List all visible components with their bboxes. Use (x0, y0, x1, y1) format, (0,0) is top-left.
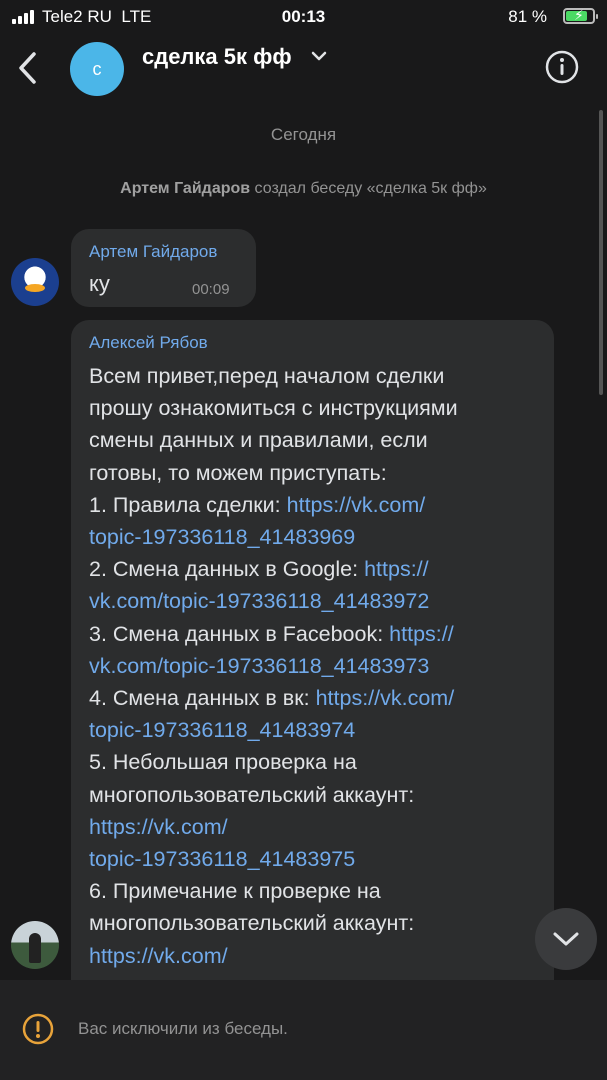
message-line: 5. Небольшая проверка на (89, 746, 539, 778)
avatar[interactable] (11, 258, 59, 306)
message-bubble[interactable]: Алексей Рябов Всем привет,перед началом … (71, 320, 554, 1020)
message-line-text: 4. Смена данных в вк: (89, 686, 316, 711)
message-bubble[interactable]: Артем Гайдаров ку 00:09 (71, 229, 256, 307)
message-line: многопользовательский аккаунт: (89, 907, 539, 939)
message-sender[interactable]: Алексей Рябов (89, 333, 208, 353)
message-link[interactable]: https://vk.com/ (89, 815, 228, 839)
message-line-text: Всем привет,перед началом сделки (89, 364, 445, 388)
message-line: многопользовательский аккаунт: (89, 779, 539, 811)
charging-bolt-icon: ⚡ (574, 7, 584, 23)
message-line: прошу ознакомиться с инструкциями (89, 392, 539, 424)
message-line-text: 2. Смена данных в Google: (89, 557, 365, 582)
message-link[interactable]: topic-197336118_41483974 (89, 718, 355, 742)
service-message: Артем Гайдаров создал беседу «сделка 5к … (0, 180, 607, 198)
info-icon[interactable] (545, 50, 579, 84)
message-line: topic-197336118_41483974 (89, 714, 539, 746)
message-sender[interactable]: Артем Гайдаров (89, 242, 217, 262)
chat-header: с сделка 5к фф (0, 34, 607, 104)
message-line-text: прошу ознакомиться с инструкциями (89, 396, 458, 421)
message-line: готовы, то можем приступать: (89, 457, 539, 489)
message-line-text: 3. Смена данных в Facebook: (89, 621, 390, 646)
chat-title[interactable]: сделка 5к фф (142, 44, 292, 70)
alert-icon (22, 1013, 54, 1045)
message-line: 4. Смена данных в вк: https://vk.com/ (89, 682, 539, 714)
scrollbar[interactable] (599, 110, 603, 395)
message-line: Всем привет,перед началом сделки (89, 360, 539, 392)
message-time: 00:09 (192, 281, 230, 298)
message-line-text: готовы, то можем приступать: (89, 460, 387, 485)
message-line-text: 5. Небольшая проверка на (89, 750, 357, 775)
chevron-down-icon (553, 932, 579, 946)
message-line: 1. Правила сделки: https://vk.com/ (89, 489, 539, 521)
message-line: https://vk.com/ (89, 811, 539, 843)
message-line: 2. Смена данных в Google: https:// (89, 553, 539, 585)
chevron-down-icon[interactable] (310, 48, 328, 64)
removed-notice: Вас исключили из беседы. (78, 1019, 288, 1038)
message-line: topic-197336118_41483969 (89, 521, 539, 553)
bottom-bar: Вас исключили из беседы. (0, 980, 607, 1080)
battery-percent: 81 % (508, 7, 547, 26)
message-line: topic-197336118_41483975 (89, 843, 539, 875)
message-link[interactable]: https://vk.com/ (316, 686, 455, 710)
message-link[interactable]: topic-197336118_41483969 (89, 525, 355, 549)
message-link[interactable]: https:// (389, 622, 454, 646)
service-message-actor[interactable]: Артем Гайдаров (120, 180, 250, 197)
message-text: ку (89, 271, 110, 296)
message-line-text: 1. Правила сделки: (89, 492, 287, 517)
service-message-text: создал беседу «сделка 5к фф» (250, 180, 487, 197)
date-separator: Сегодня (270, 125, 337, 144)
message-line: vk.com/topic-197336118_41483973 (89, 650, 539, 682)
status-bar: Tele2 RU LTE 00:13 81 % ⚡ (0, 0, 607, 34)
message-line: vk.com/topic-197336118_41483972 (89, 585, 539, 617)
message-line-text: смены данных и правилами, если (89, 428, 428, 453)
message-link[interactable]: vk.com/topic-197336118_41483972 (89, 589, 429, 613)
scroll-down-button[interactable] (535, 908, 597, 970)
message-line-text: многопользовательский аккаунт: (89, 782, 415, 807)
message-line: смены данных и правилами, если (89, 424, 539, 456)
back-icon[interactable] (14, 48, 44, 88)
message-link[interactable]: vk.com/topic-197336118_41483973 (89, 654, 429, 678)
message-line: 6. Примечание к проверке на (89, 875, 539, 907)
chat-avatar[interactable]: с (70, 42, 124, 96)
message-line: 3. Смена данных в Facebook: https:// (89, 618, 539, 650)
message-link[interactable]: topic-197336118_41483975 (89, 847, 355, 871)
message-link[interactable]: https://vk.com/ (287, 493, 426, 517)
avatar[interactable] (11, 921, 59, 969)
message-line-text: многопользовательский аккаунт: (89, 911, 415, 936)
message-line: https://vk.com/ (89, 940, 539, 972)
chat-avatar-letter: с (92, 58, 102, 79)
battery-icon: ⚡ (563, 7, 598, 24)
message-line-text: 6. Примечание к проверке на (89, 879, 381, 904)
message-link[interactable]: https:// (364, 557, 429, 581)
message-link[interactable]: https://vk.com/ (89, 944, 228, 968)
message-text: Всем привет,перед началом сделки прошу оз… (89, 360, 539, 972)
